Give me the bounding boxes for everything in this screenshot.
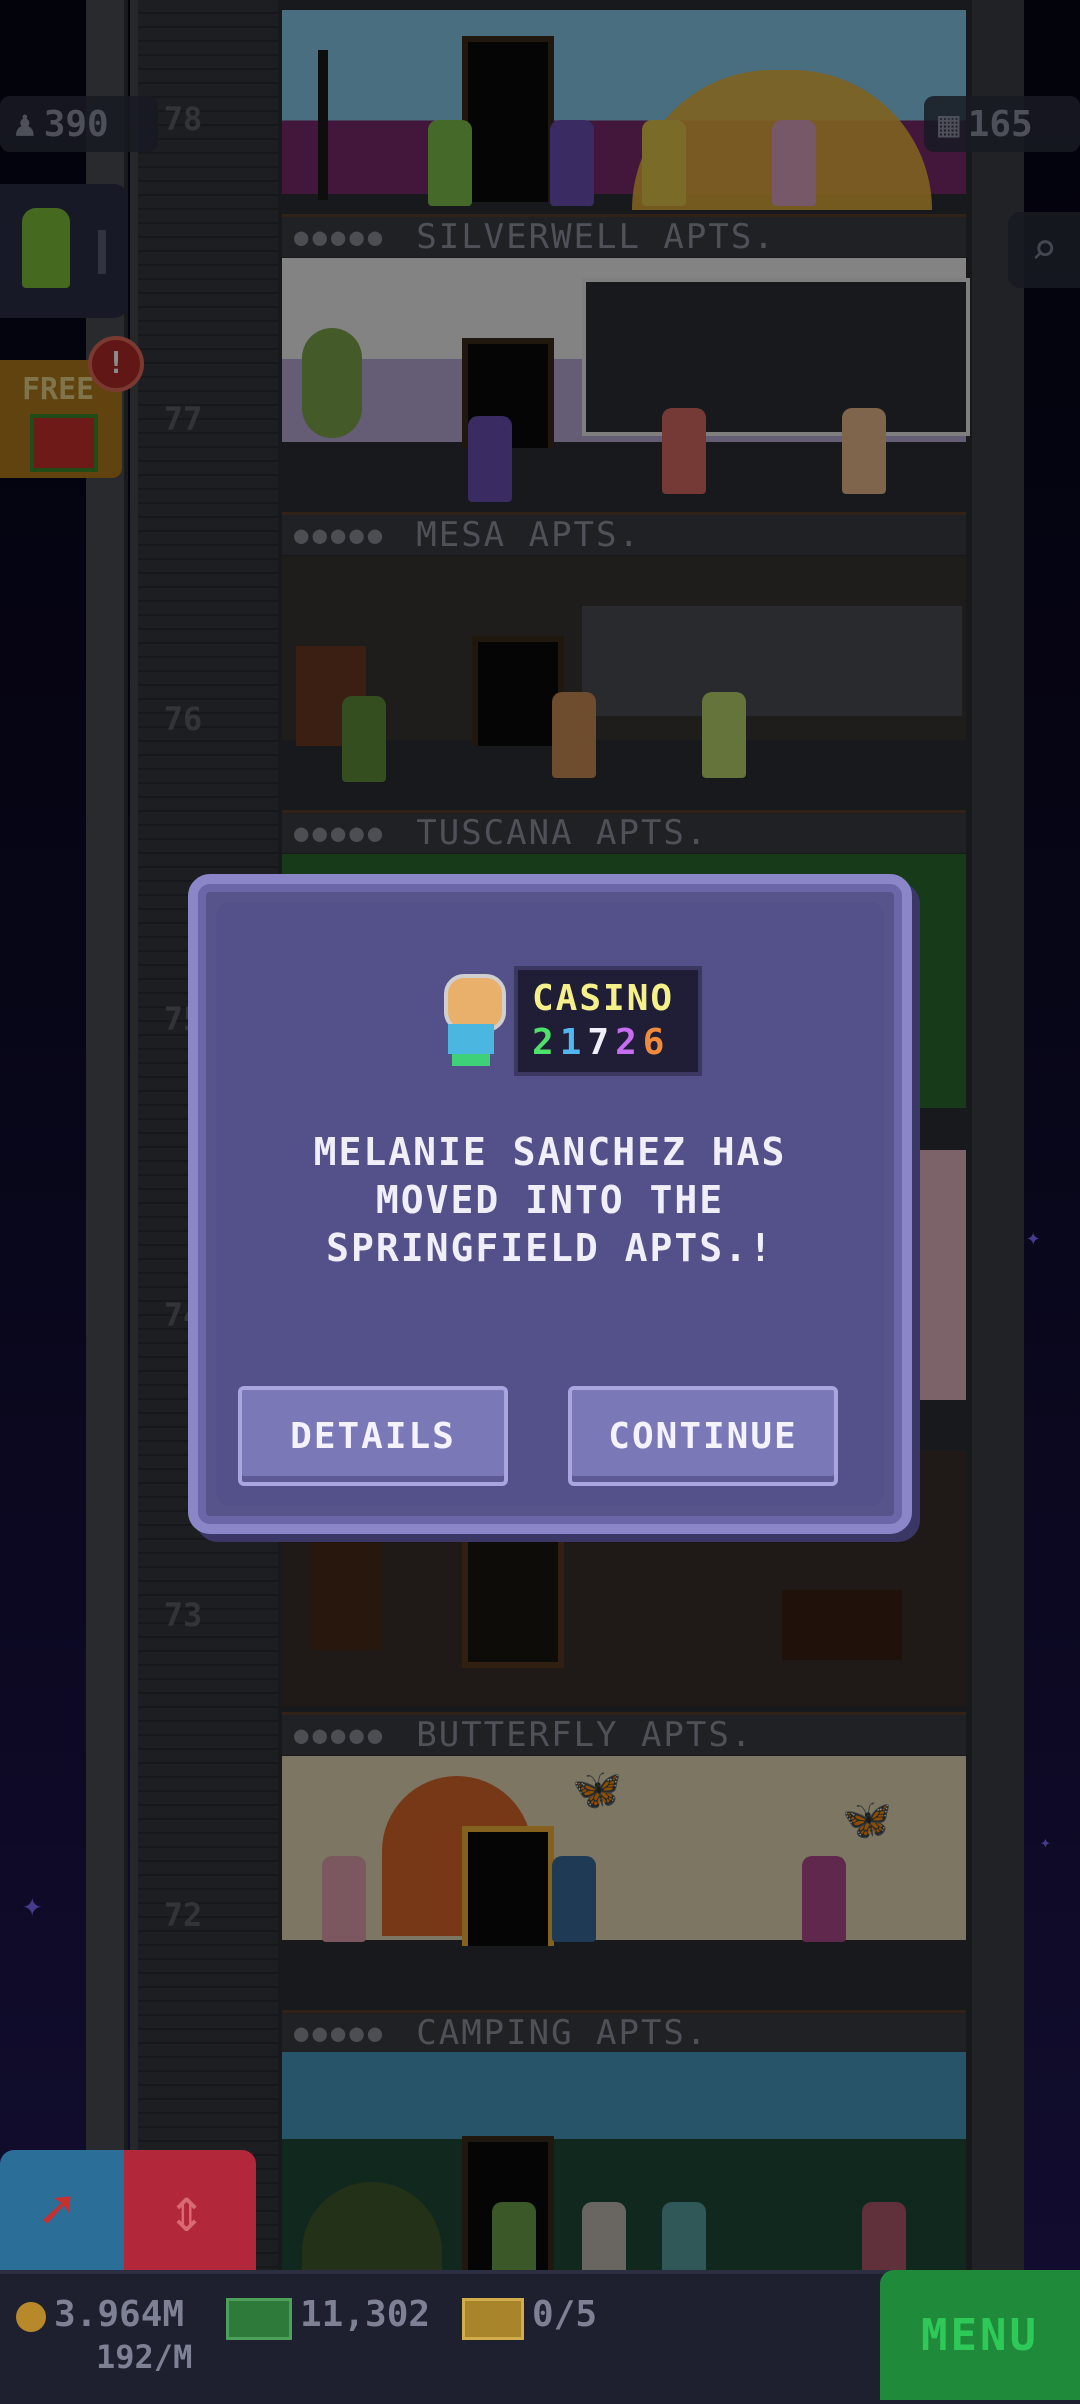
coin-rate: 192/M xyxy=(96,2338,193,2376)
ticket-icon xyxy=(462,2298,524,2340)
digit: 2 xyxy=(615,1022,643,1063)
digit: 7 xyxy=(587,1022,616,1063)
bux-icon xyxy=(226,2298,292,2340)
tickets-value: 0/5 xyxy=(532,2294,598,2335)
rocket-button[interactable]: ➚ xyxy=(0,2150,124,2270)
coin-icon xyxy=(16,2302,46,2332)
digit: 2 xyxy=(532,1022,560,1063)
dialog-panel: CASINO 21726 MELANIE SANCHEZ HAS MOVED I… xyxy=(216,902,884,1506)
dialog-message: MELANIE SANCHEZ HAS MOVED INTO THE SPRIN… xyxy=(313,1130,787,1270)
resident-avatar xyxy=(438,974,506,1066)
coins-value: 3.964M xyxy=(54,2294,185,2335)
elevator-arrows-icon: ⇕ xyxy=(168,2173,206,2246)
menu-button[interactable]: MENU xyxy=(880,2270,1080,2400)
rocket-icon: ➚ xyxy=(40,2178,74,2243)
badge-title: CASINO xyxy=(532,978,675,1019)
elevator-button[interactable]: ⇕ xyxy=(124,2150,256,2270)
continue-button[interactable]: CONTINUE xyxy=(568,1386,838,1486)
bux-value: 11,302 xyxy=(300,2294,431,2335)
casino-job-badge: CASINO 21726 xyxy=(514,966,702,1076)
move-in-dialog: CASINO 21726 MELANIE SANCHEZ HAS MOVED I… xyxy=(188,874,912,1534)
digit: 6 xyxy=(642,1022,671,1063)
digit: 1 xyxy=(559,1022,588,1063)
dream-job-digits: 21726 xyxy=(532,1022,670,1063)
details-button[interactable]: DETAILS xyxy=(238,1386,508,1486)
